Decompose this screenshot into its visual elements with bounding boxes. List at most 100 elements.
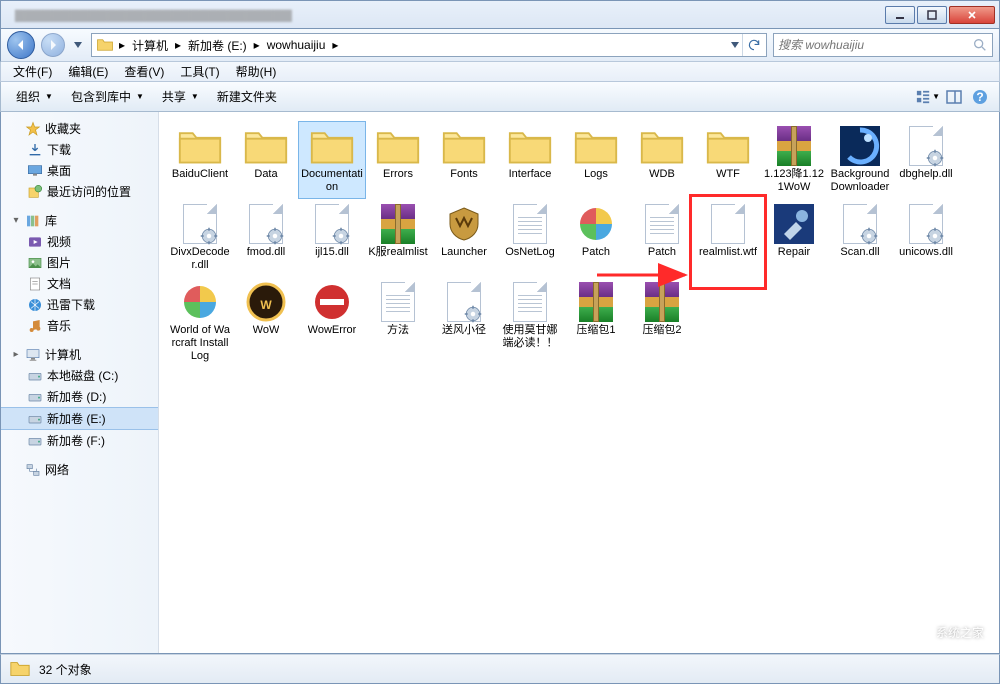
- chevron-right-icon[interactable]: ▸: [172, 38, 184, 52]
- file-label: realmlist.wtf: [699, 246, 757, 259]
- search-icon: [972, 37, 988, 53]
- file-item[interactable]: OsNetLog: [497, 200, 563, 276]
- file-item[interactable]: Scan.dll: [827, 200, 893, 276]
- crumb-drive[interactable]: 新加卷 (E:): [184, 34, 251, 56]
- file-item[interactable]: Errors: [365, 122, 431, 198]
- sidebar-libraries[interactable]: ▾库: [1, 210, 158, 231]
- new-folder-button[interactable]: 新建文件夹: [208, 84, 286, 109]
- sidebar-lib-0[interactable]: 视频: [1, 231, 158, 252]
- sidebar-network[interactable]: 网络: [1, 459, 158, 480]
- xl-icon: [27, 297, 43, 313]
- file-label: BaiduClient: [172, 168, 228, 181]
- file-item[interactable]: 使用莫甘娜端必读！！: [497, 278, 563, 367]
- file-label: DivxDecoder.dll: [169, 246, 231, 272]
- file-item[interactable]: 1.123降1.121WoW: [761, 122, 827, 198]
- file-label: K服realmlist: [368, 246, 427, 259]
- sidebar-drive-2[interactable]: 新加卷 (E:): [1, 407, 158, 430]
- sidebar-lib-3[interactable]: 迅雷下载: [1, 294, 158, 315]
- file-item[interactable]: WTF: [695, 122, 761, 198]
- file-item[interactable]: unicows.dll: [893, 200, 959, 276]
- file-item[interactable]: Data: [233, 122, 299, 198]
- svg-text:?: ?: [976, 90, 983, 104]
- chevron-right-icon[interactable]: ▸: [251, 38, 263, 52]
- file-item[interactable]: 压缩包1: [563, 278, 629, 367]
- file-label: Patch: [582, 246, 610, 259]
- forward-button[interactable]: [41, 33, 65, 57]
- address-dropdown[interactable]: [728, 37, 742, 53]
- file-item[interactable]: Fonts: [431, 122, 497, 198]
- sidebar-lib-1[interactable]: 图片: [1, 252, 158, 273]
- menu-help[interactable]: 帮助(H): [228, 61, 285, 82]
- file-label: Interface: [509, 168, 552, 181]
- sidebar-drive-0[interactable]: 本地磁盘 (C:): [1, 365, 158, 386]
- file-item[interactable]: Interface: [497, 122, 563, 198]
- chevron-right-icon[interactable]: ▸: [329, 38, 341, 52]
- share-button[interactable]: 共享▼: [153, 84, 208, 109]
- file-item[interactable]: World of Warcraft Install Log: [167, 278, 233, 367]
- chevron-right-icon[interactable]: ▸: [116, 38, 128, 52]
- sidebar-lib-4[interactable]: 音乐: [1, 315, 158, 336]
- sidebar-fav-0[interactable]: 下载: [1, 139, 158, 160]
- search-box[interactable]: [773, 33, 993, 57]
- minimize-button[interactable]: [885, 6, 915, 24]
- file-item[interactable]: 压缩包2: [629, 278, 695, 367]
- file-item[interactable]: Logs: [563, 122, 629, 198]
- refresh-button[interactable]: [742, 34, 764, 56]
- file-list[interactable]: BaiduClient Data DocumentationErrorsFonts I…: [159, 112, 999, 653]
- address-bar[interactable]: ▸ 计算机 ▸ 新加卷 (E:) ▸ wowhuaijiu ▸: [91, 33, 767, 57]
- hdd-icon: [27, 411, 43, 427]
- crumb-computer[interactable]: 计算机: [128, 34, 172, 56]
- include-library-button[interactable]: 包含到库中▼: [62, 84, 153, 109]
- close-button[interactable]: [949, 6, 995, 24]
- maximize-button[interactable]: [917, 6, 947, 24]
- file-label: WoW: [253, 324, 280, 337]
- window-titlebar: ▇▇▇▇▇▇▇▇▇▇▇▇▇▇▇▇▇▇▇▇▇▇▇▇▇▇▇▇▇▇: [0, 0, 1000, 28]
- dll-icon: [176, 204, 224, 244]
- file-item[interactable]: Repair: [761, 200, 827, 276]
- file-item[interactable]: WowError: [299, 278, 365, 367]
- file-item[interactable]: K服realmlist: [365, 200, 431, 276]
- crumb-folder[interactable]: wowhuaijiu: [263, 34, 330, 56]
- file-item[interactable]: ijl15.dll: [299, 200, 365, 276]
- file-item[interactable]: fmod.dll: [233, 200, 299, 276]
- file-item[interactable]: DivxDecoder.dll: [167, 200, 233, 276]
- sidebar-fav-1[interactable]: 桌面: [1, 160, 158, 181]
- file-label: dbghelp.dll: [899, 168, 952, 181]
- hdd-icon: [27, 389, 43, 405]
- file-item[interactable]: 方法: [365, 278, 431, 367]
- file-item[interactable]: 送风小径: [431, 278, 497, 367]
- sidebar-drive-1[interactable]: 新加卷 (D:): [1, 386, 158, 407]
- history-dropdown[interactable]: [71, 37, 85, 53]
- file-item[interactable]: Patch: [563, 200, 629, 276]
- file-item[interactable]: realmlist.wtf: [695, 200, 761, 276]
- organize-button[interactable]: 组织▼: [7, 84, 62, 109]
- menu-view[interactable]: 查看(V): [116, 61, 172, 82]
- search-input[interactable]: [778, 38, 972, 52]
- sidebar-computer[interactable]: ▸计算机: [1, 344, 158, 365]
- view-mode-button[interactable]: ▼: [915, 86, 941, 108]
- file-label: Scan.dll: [840, 246, 879, 259]
- file-item[interactable]: Patch: [629, 200, 695, 276]
- file-item[interactable]: BackgroundDownloader: [827, 122, 893, 198]
- file-item[interactable]: Documentation: [299, 122, 365, 198]
- file-item[interactable]: WDB: [629, 122, 695, 198]
- file-label: Data: [254, 168, 277, 181]
- menu-file[interactable]: 文件(F): [5, 61, 60, 82]
- hdd-icon: [27, 368, 43, 384]
- sidebar-drive-3[interactable]: 新加卷 (F:): [1, 430, 158, 451]
- file-item[interactable]: BaiduClient: [167, 122, 233, 198]
- sidebar-favorites[interactable]: 收藏夹: [1, 118, 158, 139]
- sidebar-lib-2[interactable]: 文档: [1, 273, 158, 294]
- rar-icon: [572, 282, 620, 322]
- file-item[interactable]: Launcher: [431, 200, 497, 276]
- back-button[interactable]: [7, 31, 35, 59]
- folder-icon: [242, 126, 290, 166]
- preview-pane-button[interactable]: [941, 86, 967, 108]
- menu-edit[interactable]: 编辑(E): [60, 61, 116, 82]
- file-item[interactable]: WWoW: [233, 278, 299, 367]
- file-item[interactable]: dbghelp.dll: [893, 122, 959, 198]
- pinwheel-icon: [176, 282, 224, 322]
- sidebar-fav-2[interactable]: 最近访问的位置: [1, 181, 158, 202]
- help-button[interactable]: ?: [967, 86, 993, 108]
- menu-tools[interactable]: 工具(T): [172, 61, 227, 82]
